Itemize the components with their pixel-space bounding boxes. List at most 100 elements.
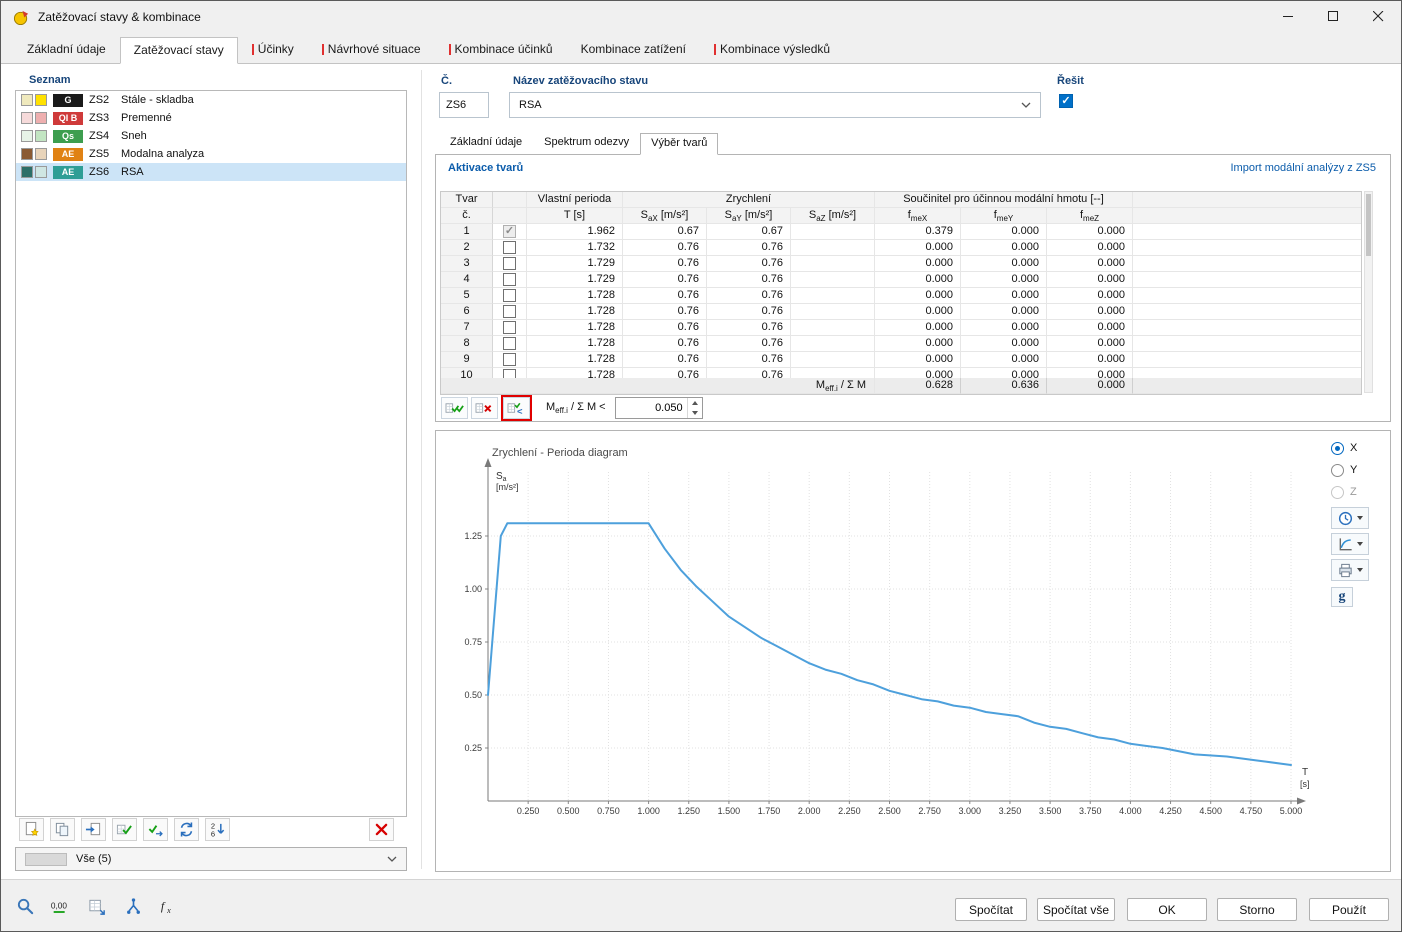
load-case-item[interactable]: QsZS4Sneh bbox=[16, 127, 406, 145]
main-tab-3[interactable]: Účinky bbox=[238, 36, 308, 63]
main-tab-2[interactable]: Zatěžovací stavy bbox=[120, 37, 238, 64]
load-case-number-field[interactable] bbox=[439, 92, 489, 118]
main-tab-5[interactable]: Kombinace účinků bbox=[435, 36, 567, 63]
shape-row[interactable]: 61.7280.760.760.0000.0000.000 bbox=[441, 304, 1361, 320]
row-filler bbox=[1133, 256, 1361, 272]
sub-tab-1[interactable]: Základní údaje bbox=[439, 132, 533, 154]
row-filler bbox=[1133, 288, 1361, 304]
decimals-button[interactable]: 0,00 bbox=[47, 893, 75, 919]
maximize-button[interactable] bbox=[1311, 1, 1356, 32]
delete-all-button[interactable] bbox=[369, 818, 394, 841]
fx-button[interactable]: fx bbox=[155, 893, 183, 919]
renumber-button[interactable] bbox=[174, 818, 199, 841]
shape-checkbox[interactable] bbox=[503, 305, 516, 318]
sub-tab-2[interactable]: Spektrum odezvy bbox=[533, 132, 640, 154]
check-toggle-button[interactable] bbox=[143, 818, 168, 841]
arrow-up-icon bbox=[692, 401, 698, 405]
list-delete-slot bbox=[369, 818, 394, 841]
button-spočítat[interactable]: Spočítat bbox=[955, 898, 1027, 921]
shape-row[interactable]: 71.7280.760.760.0000.0000.000 bbox=[441, 320, 1361, 336]
print-button[interactable] bbox=[1331, 559, 1369, 581]
tab-label: Základní údaje bbox=[27, 42, 106, 56]
cell-value: 1.962 bbox=[527, 224, 623, 240]
shape-row[interactable]: 101.7280.760.760.0000.0000.000 bbox=[441, 368, 1361, 378]
import-button[interactable] bbox=[81, 818, 106, 841]
load-case-item[interactable]: GZS2Stále - skladba bbox=[16, 91, 406, 109]
shape-checkbox[interactable] bbox=[503, 241, 516, 254]
solve-checkbox[interactable] bbox=[1059, 94, 1073, 108]
check-all-button[interactable] bbox=[112, 818, 137, 841]
shape-row[interactable]: 81.7280.760.760.0000.0000.000 bbox=[441, 336, 1361, 352]
main-tab-7[interactable]: Kombinace výsledků bbox=[700, 36, 844, 63]
shape-checkbox[interactable] bbox=[503, 257, 516, 270]
svg-text:0.250: 0.250 bbox=[517, 806, 540, 816]
main-tab-6[interactable]: Kombinace zatížení bbox=[567, 36, 700, 63]
button-storno[interactable]: Storno bbox=[1217, 898, 1297, 921]
close-button[interactable] bbox=[1356, 1, 1401, 32]
svg-text:1.500: 1.500 bbox=[718, 806, 741, 816]
svg-text:2.000: 2.000 bbox=[798, 806, 821, 816]
shape-checkbox[interactable] bbox=[503, 337, 516, 350]
shape-row[interactable]: 51.7280.760.760.0000.0000.000 bbox=[441, 288, 1361, 304]
spin-up-button[interactable] bbox=[688, 398, 702, 408]
checkbox-cell bbox=[493, 352, 527, 368]
load-case-name-combo[interactable]: RSA bbox=[509, 92, 1041, 118]
shape-row[interactable]: 21.7320.760.760.0000.0000.000 bbox=[441, 240, 1361, 256]
button-ok[interactable]: OK bbox=[1127, 898, 1207, 921]
sort-button[interactable]: 26 bbox=[205, 818, 230, 841]
window-title: Zatěžovací stavy & kombinace bbox=[38, 10, 201, 24]
shape-checkbox[interactable] bbox=[503, 225, 516, 238]
cell-value bbox=[791, 224, 875, 240]
cell-value: 0.76 bbox=[623, 352, 707, 368]
load-case-item[interactable]: AEZS6RSA bbox=[16, 163, 406, 181]
import-icon bbox=[85, 821, 102, 838]
shape-checkbox[interactable] bbox=[503, 273, 516, 286]
shape-checkbox[interactable] bbox=[503, 369, 516, 378]
minimize-button[interactable] bbox=[1266, 1, 1311, 32]
main-tab-4[interactable]: Návrhové situace bbox=[308, 36, 435, 63]
cell-value: 0.000 bbox=[1047, 368, 1133, 378]
shape-row[interactable]: 31.7290.760.760.0000.0000.000 bbox=[441, 256, 1361, 272]
button-spočítat-vše[interactable]: Spočítat vše bbox=[1037, 898, 1115, 921]
zoom-button[interactable] bbox=[11, 893, 39, 919]
category-badge: Qs bbox=[53, 130, 83, 143]
select-all-shapes-button[interactable] bbox=[441, 397, 468, 419]
row-number: 5 bbox=[441, 288, 493, 304]
main-tab-1[interactable]: Základní údaje bbox=[13, 36, 120, 63]
shape-row[interactable]: 11.9620.670.670.3790.0000.000 bbox=[441, 224, 1361, 240]
apply-criterion-button[interactable]: < bbox=[503, 397, 530, 419]
axis-radio-y[interactable]: Y bbox=[1331, 459, 1389, 481]
shape-row[interactable]: 41.7290.760.760.0000.0000.000 bbox=[441, 272, 1361, 288]
svg-text:1.00: 1.00 bbox=[464, 584, 482, 594]
load-case-item[interactable]: AEZS5Modalna analyza bbox=[16, 145, 406, 163]
axis-radio-x[interactable]: X bbox=[1331, 437, 1389, 459]
column-header: SaY [m/s²] bbox=[707, 208, 791, 224]
sub-tab-3[interactable]: Výběr tvarů bbox=[640, 133, 718, 155]
shape-checkbox[interactable] bbox=[503, 289, 516, 302]
scrollbar-thumb[interactable] bbox=[1366, 194, 1371, 256]
table-scrollbar[interactable] bbox=[1364, 191, 1373, 393]
category-badge: AE bbox=[53, 166, 83, 179]
g-units-button[interactable]: g bbox=[1331, 587, 1353, 607]
period-settings-button[interactable] bbox=[1331, 507, 1369, 529]
units-button[interactable] bbox=[83, 893, 111, 919]
spin-down-button[interactable] bbox=[688, 408, 702, 418]
svg-text:1.000: 1.000 bbox=[637, 806, 660, 816]
shape-row[interactable]: 91.7280.760.760.0000.0000.000 bbox=[441, 352, 1361, 368]
threshold-input[interactable] bbox=[616, 398, 687, 418]
svg-text:2.750: 2.750 bbox=[918, 806, 941, 816]
diagram-settings-button[interactable] bbox=[1331, 533, 1369, 555]
load-case-item[interactable]: QI BZS3Premenné bbox=[16, 109, 406, 127]
svg-text:0.500: 0.500 bbox=[557, 806, 580, 816]
axis-radio-z[interactable]: Z bbox=[1331, 481, 1389, 503]
list-filter-dropdown[interactable]: Vše (5) bbox=[15, 847, 407, 871]
copy-button[interactable] bbox=[50, 818, 75, 841]
column-header: fmeY bbox=[961, 208, 1047, 224]
new-button[interactable] bbox=[19, 818, 44, 841]
branch-button[interactable] bbox=[119, 893, 147, 919]
deselect-all-shapes-button[interactable] bbox=[471, 397, 498, 419]
button-použít[interactable]: Použít bbox=[1309, 898, 1389, 921]
import-link[interactable]: Import modální analýzy z ZS5 bbox=[1230, 162, 1376, 174]
shape-checkbox[interactable] bbox=[503, 321, 516, 334]
shape-checkbox[interactable] bbox=[503, 353, 516, 366]
